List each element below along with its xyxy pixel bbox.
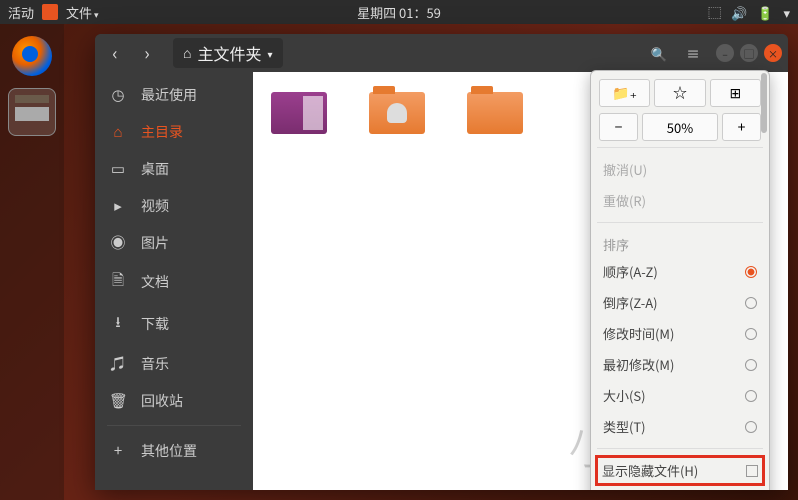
sidebar-item-other[interactable]: +其他位置 (95, 432, 253, 469)
video-icon: ▸ (109, 195, 127, 216)
zoom-out-button[interactable]: − (599, 113, 638, 141)
sort-type[interactable]: 类型(T) (599, 411, 761, 442)
firefox-icon (12, 36, 52, 76)
camera-icon: ◉ (109, 232, 127, 253)
tab-icon: ⊞ (729, 83, 741, 103)
new-folder-icon: 📁₊ (612, 83, 637, 103)
sort-za[interactable]: 倒序(Z-A) (599, 287, 761, 318)
menu-show-hidden[interactable]: 显示隐藏文件(H) (595, 455, 765, 486)
checkbox-icon (746, 465, 758, 477)
clock-icon: ◷ (109, 84, 127, 105)
activities-button[interactable]: 活动 (8, 3, 34, 22)
clock[interactable]: 星期四 01：59 (357, 3, 441, 22)
network-icon[interactable]: ⬚ (708, 3, 721, 22)
bookmark-button[interactable]: ☆ (654, 79, 705, 107)
path-bar[interactable]: ⌂ 主文件夹 ▾ (173, 38, 283, 68)
menu-redo: 重做(R) (599, 185, 761, 216)
home-icon: ⌂ (183, 43, 191, 63)
back-button[interactable]: ‹ (101, 39, 129, 67)
desktop-icon: ▭ (109, 158, 127, 179)
menu-refresh[interactable]: 刷新 (599, 486, 761, 490)
nautilus-window: ‹ › ⌂ 主文件夹 ▾ 🔍 ≡ – ▢ × ◷最近使用 ⌂主目录 ▭桌面 ▸视… (95, 34, 788, 490)
path-label: 主文件夹 (197, 41, 261, 65)
bookmark-icon: ☆ (673, 83, 687, 103)
sidebar-item-home[interactable]: ⌂主目录 (95, 113, 253, 150)
popover-scrollbar[interactable] (761, 79, 767, 490)
header-bar: ‹ › ⌂ 主文件夹 ▾ 🔍 ≡ – ▢ × (95, 34, 788, 72)
folder-item[interactable] (267, 92, 331, 134)
forward-button[interactable]: › (133, 39, 161, 67)
sidebar-item-videos[interactable]: ▸视频 (95, 187, 253, 224)
folder-item[interactable] (365, 92, 429, 134)
chevron-down-icon: ▾ (267, 46, 272, 61)
launcher-firefox[interactable] (8, 32, 56, 80)
hamburger-popover: 📁₊ ☆ ⊞ − 50% + 撤消(U) 重做(R) 排序 顺序(A-Z) 倒序… (590, 70, 770, 490)
sort-modified[interactable]: 修改时间(M) (599, 318, 761, 349)
sidebar-item-music[interactable]: ♫音乐 (95, 345, 253, 382)
folder-item[interactable] (463, 92, 527, 134)
volume-icon[interactable]: 🔊 (731, 3, 747, 22)
music-icon: ♫ (109, 353, 127, 374)
sort-size[interactable]: 大小(S) (599, 380, 761, 411)
launcher-files[interactable] (8, 88, 56, 136)
folder-icon (369, 92, 425, 134)
dock (0, 24, 64, 500)
radio-icon (745, 297, 757, 309)
sidebar-separator (107, 425, 241, 426)
hamburger-menu-button[interactable]: ≡ (678, 39, 708, 67)
plus-icon: + (109, 440, 127, 461)
sidebar-item-downloads[interactable]: ⭳下载 (95, 303, 253, 345)
download-icon: ⭳ (109, 311, 127, 337)
radio-icon (745, 390, 757, 402)
sidebar-item-trash[interactable]: 🗑回收站 (95, 382, 253, 419)
folder-icon (271, 92, 327, 134)
document-icon: 🗎 (109, 269, 127, 295)
zoom-level: 50% (642, 113, 718, 141)
system-menu-icon[interactable]: ▾ (783, 3, 790, 22)
sidebar: ◷最近使用 ⌂主目录 ▭桌面 ▸视频 ◉图片 🗎文档 ⭳下载 ♫音乐 🗑回收站 … (95, 72, 253, 490)
sort-heading: 排序 (599, 229, 761, 256)
zoom-in-button[interactable]: + (722, 113, 761, 141)
minimize-button[interactable]: – (716, 44, 734, 62)
sidebar-item-documents[interactable]: 🗎文档 (95, 261, 253, 303)
new-folder-button[interactable]: 📁₊ (599, 79, 650, 107)
home-icon: ⌂ (109, 121, 127, 142)
sidebar-item-pictures[interactable]: ◉图片 (95, 224, 253, 261)
sort-first-modified[interactable]: 最初修改(M) (599, 349, 761, 380)
folder-icon (467, 92, 523, 134)
gnome-top-bar: 活动 文件▾ 星期四 01：59 ⬚ 🔊 🔋 ▾ (0, 0, 798, 24)
radio-icon (745, 359, 757, 371)
files-app-icon (42, 4, 58, 20)
maximize-button[interactable]: ▢ (740, 44, 758, 62)
radio-icon (745, 266, 757, 278)
battery-icon[interactable]: 🔋 (757, 3, 773, 22)
radio-icon (745, 421, 757, 433)
sort-az[interactable]: 顺序(A-Z) (599, 256, 761, 287)
sidebar-item-recent[interactable]: ◷最近使用 (95, 76, 253, 113)
new-tab-button[interactable]: ⊞ (710, 79, 761, 107)
app-menu[interactable]: 文件▾ (66, 3, 99, 22)
radio-icon (745, 328, 757, 340)
sidebar-item-desktop[interactable]: ▭桌面 (95, 150, 253, 187)
menu-undo: 撤消(U) (599, 154, 761, 185)
close-button[interactable]: × (764, 44, 782, 62)
trash-icon: 🗑 (109, 390, 127, 411)
search-button[interactable]: 🔍 (644, 39, 674, 67)
